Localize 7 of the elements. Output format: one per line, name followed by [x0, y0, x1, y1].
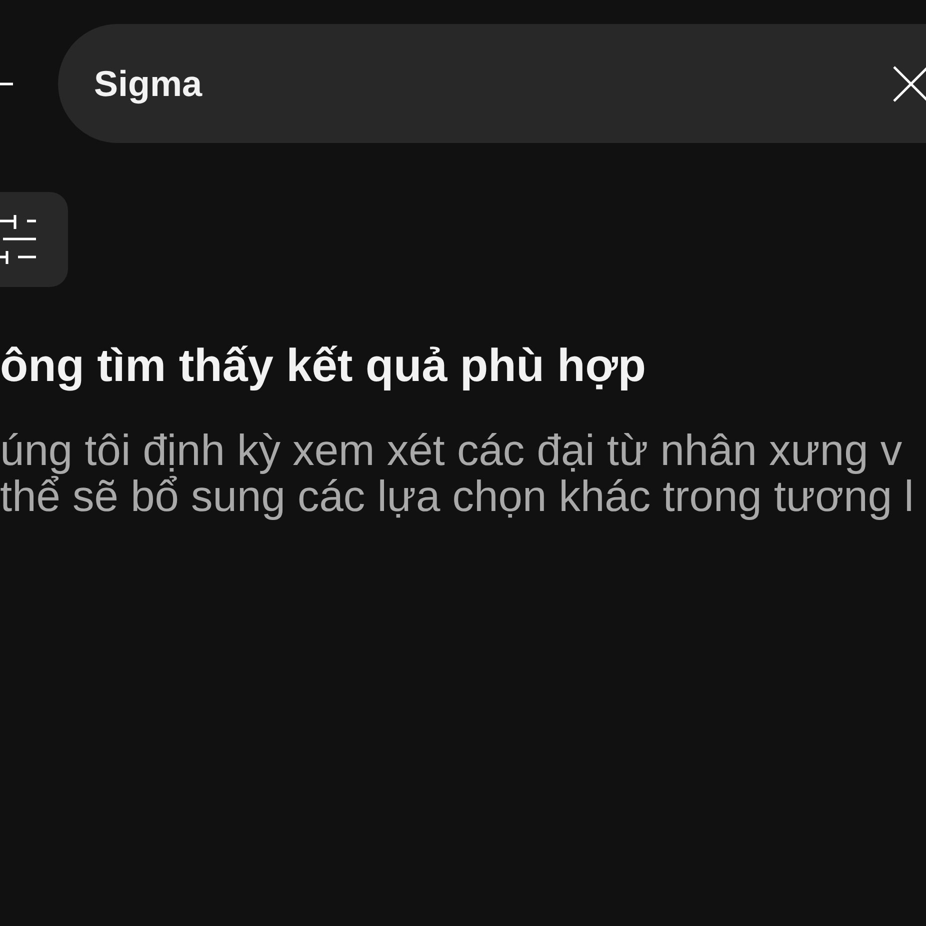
- close-icon[interactable]: [893, 66, 926, 102]
- search-field[interactable]: Sigma: [58, 24, 926, 143]
- filter-button[interactable]: [0, 192, 68, 287]
- description-text: úng tôi định kỳ xem xét các đại từ nhân xưng v thể sẽ bổ sung các lựa chọn khác trong tương l: [0, 428, 914, 520]
- no-results-title: ông tìm thấy kết quả phù hợp: [0, 339, 646, 391]
- sliders-icon: [0, 214, 37, 265]
- dash-icon[interactable]: [0, 82, 13, 86]
